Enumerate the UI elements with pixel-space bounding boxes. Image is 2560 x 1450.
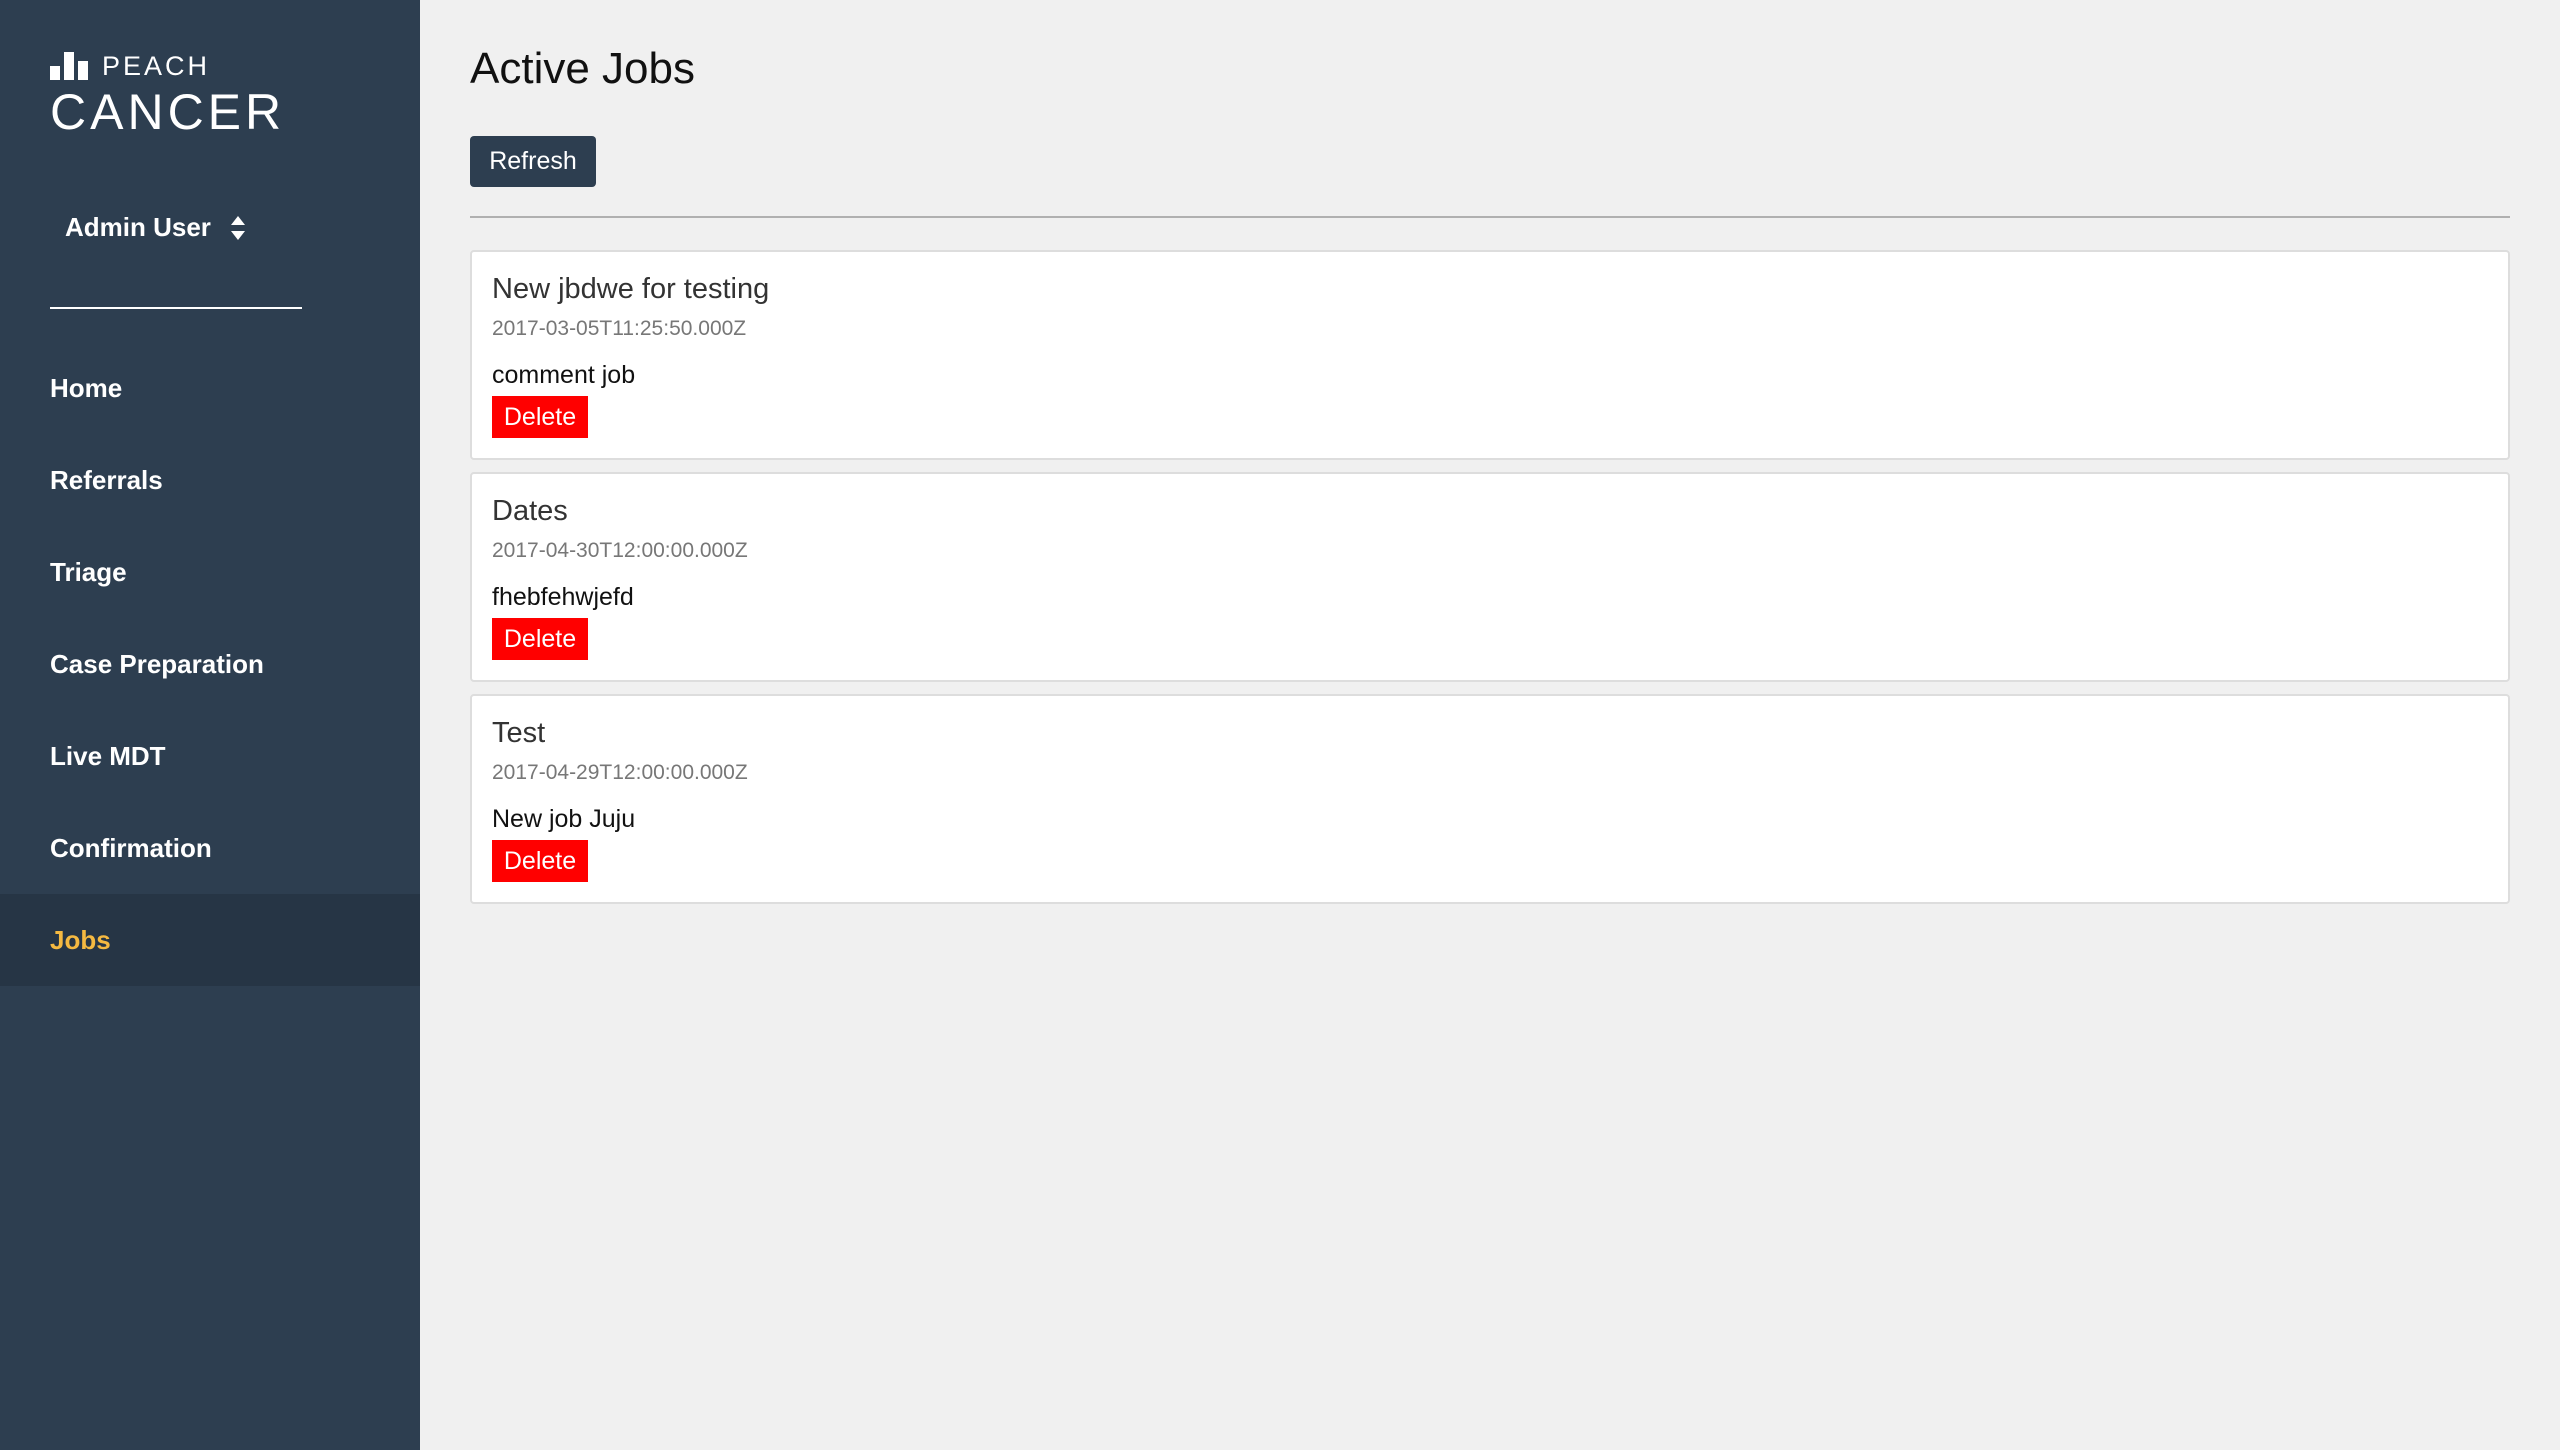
sort-arrows-icon xyxy=(230,215,245,241)
sidebar-item-home[interactable]: Home xyxy=(0,342,420,434)
delete-button[interactable]: Delete xyxy=(492,396,588,438)
sidebar-item-live-mdt[interactable]: Live MDT xyxy=(0,710,420,802)
sidebar-nav: Home Referrals Triage Case Preparation L… xyxy=(0,342,420,986)
job-date: 2017-04-29T12:00:00.000Z xyxy=(492,761,748,784)
sidebar-item-jobs[interactable]: Jobs xyxy=(0,894,420,986)
brand-large-text: CANCER xyxy=(50,84,286,140)
refresh-button[interactable]: Refresh xyxy=(470,136,596,187)
user-menu[interactable]: Admin User xyxy=(65,212,245,243)
main-divider xyxy=(470,216,2510,218)
job-comment: comment job xyxy=(492,361,636,389)
job-card: Dates 2017-04-30T12:00:00.000Z fhebfehwj… xyxy=(470,472,2510,682)
brand-small-text: PEACH xyxy=(102,51,211,81)
sidebar: PEACH CANCER Admin User Home Referrals T… xyxy=(0,0,420,1450)
sidebar-item-triage[interactable]: Triage xyxy=(0,526,420,618)
brand-top-row: PEACH xyxy=(50,48,350,80)
user-menu-label: Admin User xyxy=(65,212,211,242)
job-card: New jbdwe for testing 2017-03-05T11:25:5… xyxy=(470,250,2510,460)
bar-chart-logo-icon xyxy=(50,50,88,80)
brand-logo[interactable]: PEACH CANCER xyxy=(50,48,350,138)
job-date: 2017-03-05T11:25:50.000Z xyxy=(492,317,747,340)
page-title: Active Jobs xyxy=(470,44,695,93)
job-card: Test 2017-04-29T12:00:00.000Z New job Ju… xyxy=(470,694,2510,904)
job-comment: fhebfehwjefd xyxy=(492,583,634,611)
sidebar-item-case-preparation[interactable]: Case Preparation xyxy=(0,618,420,710)
job-title: Dates xyxy=(492,495,568,527)
job-list: New jbdwe for testing 2017-03-05T11:25:5… xyxy=(470,250,2510,916)
job-title: Test xyxy=(492,717,546,749)
delete-button[interactable]: Delete xyxy=(492,840,588,882)
job-date: 2017-04-30T12:00:00.000Z xyxy=(492,539,748,562)
job-comment: New job Juju xyxy=(492,805,636,833)
job-title: New jbdwe for testing xyxy=(492,273,770,305)
delete-button[interactable]: Delete xyxy=(492,618,588,660)
sidebar-item-confirmation[interactable]: Confirmation xyxy=(0,802,420,894)
sidebar-divider xyxy=(50,307,302,309)
sidebar-item-referrals[interactable]: Referrals xyxy=(0,434,420,526)
